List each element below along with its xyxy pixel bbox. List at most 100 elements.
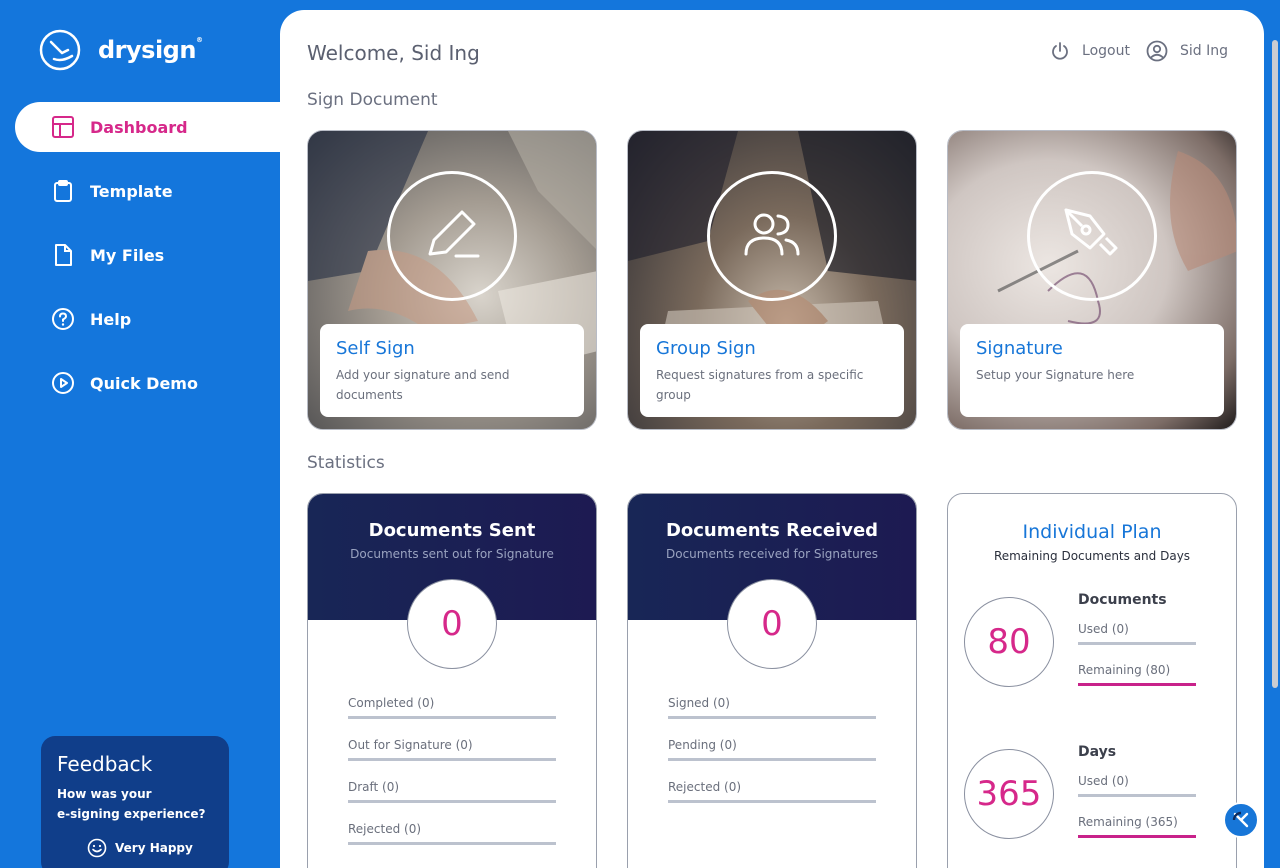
user-name: Sid Ing xyxy=(1179,43,1228,59)
stat-row-bar xyxy=(668,758,876,761)
sign-document-title: Sign Document xyxy=(307,90,438,110)
plan-days-used-bar xyxy=(1078,794,1196,797)
self-sign-title: Self Sign xyxy=(336,338,415,359)
stat-row-label: Signed (0) xyxy=(668,696,730,710)
stat-row-rejected[interactable]: Rejected (0) xyxy=(348,820,556,862)
stat-row-label: Completed (0) xyxy=(348,696,435,710)
chat-support-button[interactable] xyxy=(1223,802,1259,838)
signature-desc: Setup your Signature here xyxy=(976,368,1135,382)
sidebar-item-label: Dashboard xyxy=(90,117,188,137)
layout-icon xyxy=(50,114,76,140)
clipboard-icon xyxy=(50,178,76,204)
documents-sent-subtitle: Documents sent out for Signature xyxy=(350,547,554,561)
plan-days-count: 365 xyxy=(964,749,1054,839)
logout-button[interactable]: Logout xyxy=(1050,41,1130,61)
stat-row-completed[interactable]: Completed (0) xyxy=(348,694,556,736)
stat-row-rejected[interactable]: Rejected (0) xyxy=(668,778,876,820)
header-actions: Logout Sid Ing xyxy=(1034,40,1228,62)
help-circle-icon xyxy=(50,306,76,332)
self-sign-info: Self Sign Add your signature and send do… xyxy=(320,324,584,417)
sidebar-item-my-files[interactable]: My Files xyxy=(0,230,280,280)
group-sign-title: Group Sign xyxy=(656,338,756,359)
stat-row-bar xyxy=(668,800,876,803)
feedback-title: Feedback xyxy=(57,752,153,776)
sidebar-item-label: Template xyxy=(90,181,173,201)
smiley-icon xyxy=(87,838,107,858)
feedback-question-line1: How was your xyxy=(57,787,152,801)
plan-documents-remaining-bar xyxy=(1078,683,1196,686)
plan-documents-count: 80 xyxy=(964,597,1054,687)
feedback-option-very-happy[interactable]: Very Happy xyxy=(87,838,213,858)
brand-logo[interactable]: drysign® xyxy=(38,28,203,72)
documents-sent-count: 0 xyxy=(407,579,497,669)
plan-documents-heading: Documents xyxy=(1078,592,1167,608)
documents-received-count: 0 xyxy=(727,579,817,669)
sidebar: drysign® Dashboard Template My Files Hel… xyxy=(0,0,280,868)
statistics-title: Statistics xyxy=(307,453,385,473)
file-icon xyxy=(50,242,76,268)
stat-row-bar xyxy=(348,842,556,845)
sidebar-item-dashboard[interactable]: Dashboard xyxy=(15,102,280,152)
plan-days-block: Days Used (0) Remaining (365) xyxy=(1078,744,1196,856)
signature-card[interactable]: Signature Setup your Signature here xyxy=(947,130,1237,430)
welcome-heading: Welcome, Sid Ing xyxy=(307,41,480,65)
plan-documents-used-bar xyxy=(1078,642,1196,645)
plan-documents-used: Used (0) xyxy=(1078,622,1129,636)
user-menu[interactable]: Sid Ing xyxy=(1146,40,1228,62)
sidebar-item-quick-demo[interactable]: Quick Demo xyxy=(0,358,280,408)
stat-row-out-for-signature[interactable]: Out for Signature (0) xyxy=(348,736,556,778)
plan-documents-block: Documents Used (0) Remaining (80) xyxy=(1078,592,1196,704)
drysign-logo-icon xyxy=(39,29,81,71)
sidebar-nav: Dashboard Template My Files Help Quick D… xyxy=(0,102,280,422)
signature-info: Signature Setup your Signature here xyxy=(960,324,1224,417)
self-sign-desc: Add your signature and send documents xyxy=(336,368,510,402)
user-circle-icon xyxy=(1146,40,1168,62)
stat-row-pending[interactable]: Pending (0) xyxy=(668,736,876,778)
plan-days-used: Used (0) xyxy=(1078,774,1129,788)
documents-received-subtitle: Documents received for Signatures xyxy=(666,547,878,561)
stat-row-draft[interactable]: Draft (0) xyxy=(348,778,556,820)
sidebar-item-label: My Files xyxy=(90,245,165,265)
brand-name: drysign® xyxy=(98,36,203,64)
stat-row-bar xyxy=(348,758,556,761)
group-sign-info: Group Sign Request signatures from a spe… xyxy=(640,324,904,417)
page-scrollbar[interactable] xyxy=(1272,40,1278,688)
users-group-icon xyxy=(707,171,837,301)
plan-title: Individual Plan xyxy=(1022,521,1162,543)
individual-plan-card: Individual Plan Remaining Documents and … xyxy=(947,493,1237,868)
plan-days-remaining: Remaining (365) xyxy=(1078,815,1178,829)
stat-row-signed[interactable]: Signed (0) xyxy=(668,694,876,736)
stat-row-bar xyxy=(348,800,556,803)
documents-received-card: Documents Received Documents received fo… xyxy=(627,493,917,868)
stat-row-bar xyxy=(348,716,556,719)
play-circle-icon xyxy=(50,370,76,396)
stat-row-label: Rejected (0) xyxy=(668,780,742,794)
stat-row-bar xyxy=(668,716,876,719)
logout-label: Logout xyxy=(1082,43,1130,59)
sidebar-item-help[interactable]: Help xyxy=(0,294,280,344)
plan-days-remaining-bar xyxy=(1078,835,1196,838)
stat-row-label: Pending (0) xyxy=(668,738,737,752)
stat-row-label: Rejected (0) xyxy=(348,822,422,836)
sidebar-item-template[interactable]: Template xyxy=(0,166,280,216)
documents-sent-breakdown: Completed (0) Out for Signature (0) Draf… xyxy=(348,694,556,862)
documents-received-breakdown: Signed (0) Pending (0) Rejected (0) xyxy=(668,694,876,820)
self-sign-card[interactable]: Self Sign Add your signature and send do… xyxy=(307,130,597,430)
pen-edit-icon xyxy=(387,171,517,301)
group-sign-card[interactable]: Group Sign Request signatures from a spe… xyxy=(627,130,917,430)
chat-support-icon xyxy=(1232,811,1249,828)
feedback-option-label: Very Happy xyxy=(115,841,193,855)
stat-row-label: Draft (0) xyxy=(348,780,400,794)
documents-sent-title: Documents Sent xyxy=(368,520,536,541)
plan-documents-remaining: Remaining (80) xyxy=(1078,663,1171,677)
feedback-panel: Feedback How was your e-signing experien… xyxy=(41,736,229,868)
signature-title: Signature xyxy=(976,338,1063,359)
sidebar-item-label: Help xyxy=(90,309,132,329)
documents-received-title: Documents Received xyxy=(665,520,879,541)
main-panel: Welcome, Sid Ing Logout Sid Ing Sign Doc… xyxy=(280,10,1264,868)
documents-sent-card: Documents Sent Documents sent out for Si… xyxy=(307,493,597,868)
plan-days-heading: Days xyxy=(1078,744,1117,760)
sidebar-item-label: Quick Demo xyxy=(90,373,198,393)
group-sign-desc: Request signatures from a specific group xyxy=(656,368,864,402)
fountain-pen-icon xyxy=(1027,171,1157,301)
